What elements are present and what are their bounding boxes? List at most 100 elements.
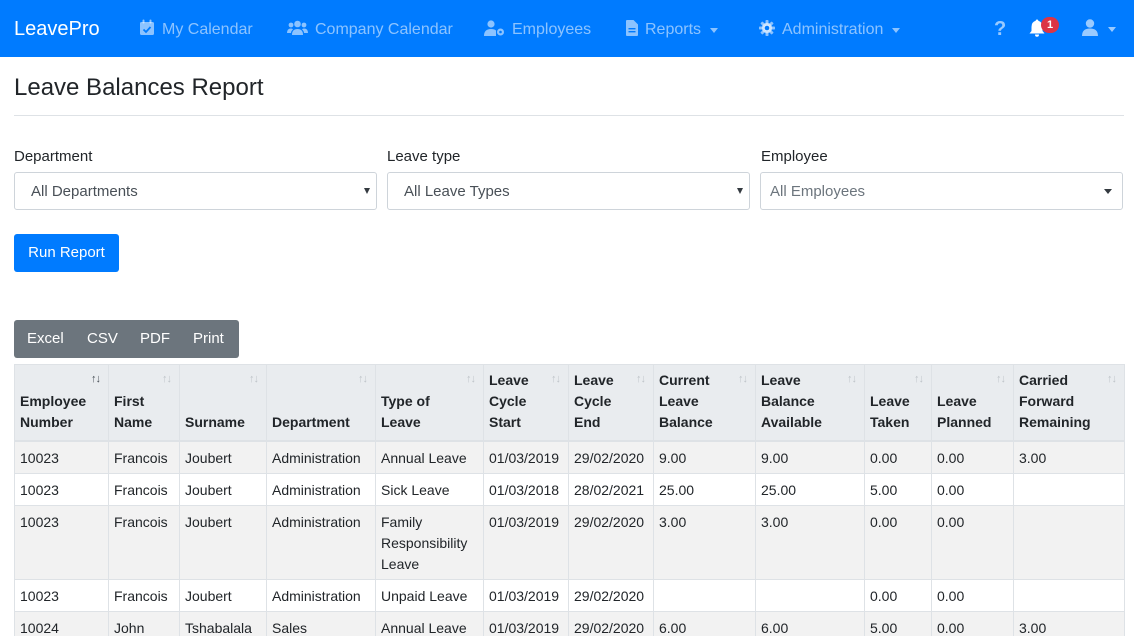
table-cell [1013, 579, 1125, 612]
table-cell: 0.00 [864, 505, 932, 580]
table-row: 10024 John Tshabalala Sales Annual Leave 01/0… [14, 611, 1125, 636]
table-row: 10023 Francois Joubert Administration Family… [14, 505, 1125, 580]
export-csv-button[interactable]: CSV [73, 320, 127, 358]
column-header[interactable]: Leave Cycle End ↑↓ [568, 364, 654, 442]
nav-my-calendar[interactable]: My Calendar [139, 19, 253, 41]
column-header[interactable]: Leave Taken ↑↓ [864, 364, 932, 442]
column-header-label: Cycle [489, 393, 527, 409]
column-header[interactable]: Current Leave Balance ↑↓ [653, 364, 756, 442]
table-cell: 01/03/2019 [483, 440, 569, 474]
sort-icon: ↑↓ [91, 373, 101, 385]
print-button[interactable]: Print [180, 320, 239, 358]
table-cell: 3.00 [1013, 611, 1125, 636]
column-header-label: First [114, 393, 145, 409]
table-cell: 3.00 [653, 505, 756, 580]
table-cell: 25.00 [755, 473, 865, 506]
select-arrow-icon [737, 188, 743, 194]
table-cell [653, 579, 756, 612]
table-cell: 01/03/2019 [483, 611, 569, 636]
column-header-label: End [574, 414, 601, 430]
column-header-label: Leave [761, 372, 801, 388]
table-cell: Francois [108, 473, 180, 506]
table-cell: John [108, 611, 180, 636]
table-row: 10023 Francois Joubert Administration Annual… [14, 440, 1125, 474]
nav-administration-label: Administration [782, 21, 884, 38]
column-header[interactable]: Surname ↑↓ [179, 364, 267, 442]
table-cell: 29/02/2020 [568, 440, 654, 474]
top-navbar: LeavePro My Calendar Company Calendar Em… [0, 0, 1134, 57]
table-cell: 01/03/2019 [483, 505, 569, 580]
table-cell: 10023 [14, 473, 109, 506]
file-icon [626, 19, 638, 41]
nav-reports-label: Reports [645, 21, 702, 38]
leave-type-label: Leave type [387, 148, 461, 165]
export-pdf-button[interactable]: PDF [127, 320, 180, 358]
gear-icon [759, 19, 775, 41]
column-header[interactable]: Leave Cycle Start ↑↓ [483, 364, 569, 442]
table-cell [755, 579, 865, 612]
table-cell: Family Responsibility Leave [375, 505, 484, 580]
column-header-label: Leave [489, 372, 529, 388]
table-cell [1013, 473, 1125, 506]
table-cell: 0.00 [931, 579, 1014, 612]
chevron-down-icon [1108, 26, 1116, 32]
sort-icon: ↑↓ [914, 373, 924, 385]
column-header[interactable]: Type of Leave ↑↓ [375, 364, 484, 442]
user-menu-dropdown[interactable] [1082, 16, 1116, 42]
sort-icon: ↑↓ [1107, 373, 1117, 385]
users-icon [287, 20, 308, 41]
column-header[interactable]: Leave Planned ↑↓ [931, 364, 1014, 442]
table-cell: 3.00 [755, 505, 865, 580]
column-header[interactable]: Department ↑↓ [266, 364, 376, 442]
column-header-label: Start [489, 414, 521, 430]
table-cell: Annual Leave [375, 611, 484, 636]
nav-administration-dropdown[interactable]: Administration [759, 19, 901, 41]
table-cell: 01/03/2018 [483, 473, 569, 506]
table-cell: 28/02/2021 [568, 473, 654, 506]
table-cell: 5.00 [864, 473, 932, 506]
column-header-label: Number [20, 414, 73, 430]
sort-icon: ↑↓ [738, 373, 748, 385]
column-header-label: Surname [185, 414, 245, 430]
user-cog-icon [484, 19, 505, 41]
column-header[interactable]: Leave Balance Available ↑↓ [755, 364, 865, 442]
table-row: 10023 Francois Joubert Administration Unpaid… [14, 579, 1125, 612]
column-header-label: Leave [870, 393, 910, 409]
leave-type-select[interactable]: All Leave Types [387, 172, 750, 210]
table-cell: Francois [108, 505, 180, 580]
brand-logo[interactable]: LeavePro [14, 17, 100, 41]
table-cell: 0.00 [864, 440, 932, 474]
column-header[interactable]: First Name ↑↓ [108, 364, 180, 442]
table-cell: 0.00 [931, 440, 1014, 474]
column-header-label: Balance [659, 414, 713, 430]
table-cell: 6.00 [755, 611, 865, 636]
sort-icon: ↑↓ [358, 373, 368, 385]
help-button[interactable]: ? [994, 16, 1006, 42]
column-header-label: Cycle [574, 393, 612, 409]
table-cell: Administration [266, 579, 376, 612]
department-select[interactable]: All Departments [14, 172, 377, 210]
run-report-button[interactable]: Run Report [14, 234, 119, 272]
table-cell: 6.00 [653, 611, 756, 636]
table-cell: Annual Leave [375, 440, 484, 474]
table-cell: 0.00 [931, 505, 1014, 580]
column-header-label: Available [761, 414, 822, 430]
column-header[interactable]: Carried Forward Remaining ↑↓ [1013, 364, 1125, 442]
employee-label: Employee [761, 148, 828, 165]
department-select-value: All Departments [31, 183, 138, 200]
table-cell: 01/03/2019 [483, 579, 569, 612]
table-cell: 10023 [14, 579, 109, 612]
page-title: Leave Balances Report [14, 74, 264, 101]
nav-reports-dropdown[interactable]: Reports [626, 19, 719, 41]
employee-select[interactable]: All Employees [760, 172, 1123, 210]
table-row: 10023 Francois Joubert Administration Sick L… [14, 473, 1125, 506]
table-cell: 10023 [14, 440, 109, 474]
column-header-label: Balance [761, 393, 815, 409]
user-icon [1082, 19, 1098, 39]
column-header[interactable]: Employee Number ↑↓ [14, 364, 109, 442]
notification-count-badge: 1 [1041, 17, 1059, 33]
nav-company-calendar[interactable]: Company Calendar [287, 19, 453, 41]
export-excel-button[interactable]: Excel [14, 320, 73, 358]
nav-employees[interactable]: Employees [484, 19, 591, 41]
table-cell: 0.00 [864, 579, 932, 612]
